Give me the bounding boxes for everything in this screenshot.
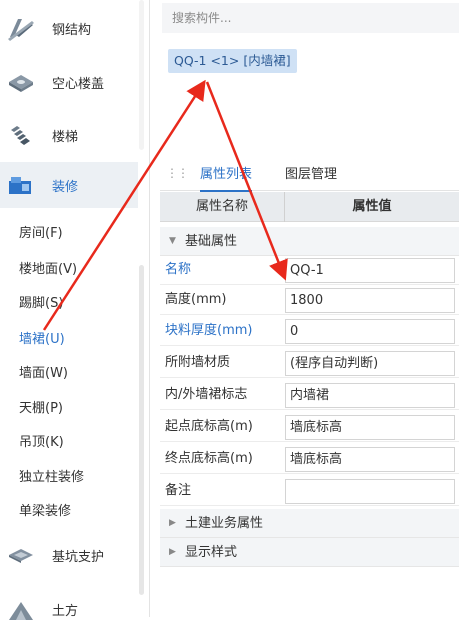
property-table-header: 属性名称 属性值 <box>160 192 459 222</box>
expand-arrow-icon[interactable]: ▶ <box>169 509 176 538</box>
column-header-property-name: 属性名称 <box>160 192 285 222</box>
table-row: 名称 QQ-1 <box>160 255 459 285</box>
sidebar-item-wall-surface[interactable]: 墙面(W) <box>0 354 138 388</box>
hollow-slab-icon <box>9 75 33 92</box>
sidebar-item-room[interactable]: 房间(F) <box>0 214 138 248</box>
decoration-icon <box>9 177 31 194</box>
sidebar-item-suspended-ceiling[interactable]: 吊顶(K) <box>0 423 138 457</box>
group-basic-properties[interactable]: ▼ 基础属性 <box>160 227 459 256</box>
steel-beam-icon <box>8 19 34 41</box>
sidebar-category-label: 钢结构 <box>52 22 92 38</box>
property-panel-tabs: ⋮⋮ 属性列表 图层管理 <box>160 158 459 192</box>
drag-handle-icon[interactable]: ⋮⋮ <box>166 166 189 180</box>
property-value-field[interactable]: 内墙裙 <box>285 383 455 408</box>
sidebar-category-label: 楼梯 <box>52 129 79 145</box>
tab-layer-management[interactable]: 图层管理 <box>285 158 337 191</box>
sidebar-scrollbar-top[interactable] <box>139 0 144 150</box>
table-row: 终点底标高(m) 墙底标高 <box>160 444 459 474</box>
property-name: 终点底标高(m) <box>165 451 253 466</box>
property-name: 起点底标高(m) <box>165 419 253 434</box>
property-value-field[interactable]: 0 <box>285 319 455 344</box>
sidebar-category-label: 基坑支护 <box>52 549 105 565</box>
tab-property-list[interactable]: 属性列表 <box>200 158 253 192</box>
earthwork-icon <box>9 602 33 620</box>
sidebar-category-label: 装修 <box>52 179 79 195</box>
property-name: 名称 <box>165 262 192 277</box>
sidebar-item-skirting[interactable]: 踢脚(S) <box>0 284 138 318</box>
property-value-field[interactable]: QQ-1 <box>285 258 455 283</box>
sidebar-item-column-finish[interactable]: 独立柱装修 <box>0 458 138 492</box>
property-value-field[interactable]: (程序自动判断) <box>285 351 455 376</box>
property-value-field[interactable] <box>285 479 455 504</box>
sidebar-category-earthwork[interactable]: 土方 <box>0 586 138 632</box>
group-civil-properties[interactable]: ▶ 土建业务属性 <box>160 509 459 538</box>
sidebar-category-label: 空心楼盖 <box>52 76 105 92</box>
table-row: 高度(mm) 1800 <box>160 285 459 315</box>
expand-arrow-icon[interactable]: ▶ <box>169 538 176 567</box>
property-value-field[interactable]: 墙底标高 <box>285 415 455 440</box>
table-row: 块料厚度(mm) 0 <box>160 316 459 346</box>
sidebar-item-dado[interactable]: 墙裙(U) <box>0 320 138 354</box>
component-list-item-selected[interactable]: QQ-1 <1> [内墙裙] <box>168 49 297 73</box>
sidebar-category-pit-support[interactable]: 基坑支护 <box>0 532 138 578</box>
search-component-input[interactable] <box>162 3 459 33</box>
group-label: 土建业务属性 <box>185 516 264 531</box>
sidebar-item-floor[interactable]: 楼地面(V) <box>0 250 138 284</box>
table-row: 备注 <box>160 476 459 506</box>
pit-support-icon <box>9 549 33 563</box>
sidebar-category-decoration[interactable]: 装修 <box>0 162 138 208</box>
table-row: 所附墙材质 (程序自动判断) <box>160 348 459 378</box>
property-name: 块料厚度(mm) <box>165 323 253 338</box>
property-value-field[interactable]: 墙底标高 <box>285 447 455 472</box>
property-value-field[interactable]: 1800 <box>285 288 455 313</box>
sidebar-item-ceiling[interactable]: 天棚(P) <box>0 389 138 423</box>
property-name: 备注 <box>165 483 192 498</box>
sidebar-category-hollow-slab[interactable]: 空心楼盖 <box>0 59 138 105</box>
sidebar-category-steel[interactable]: 钢结构 <box>0 5 138 51</box>
sidebar-item-beam-finish[interactable]: 单梁装修 <box>0 492 138 526</box>
stairs-icon <box>11 126 30 145</box>
group-label: 基础属性 <box>185 234 238 249</box>
property-name: 高度(mm) <box>165 292 227 307</box>
property-name: 所附墙材质 <box>165 355 231 370</box>
group-display-style[interactable]: ▶ 显示样式 <box>160 538 459 567</box>
column-header-property-value: 属性值 <box>352 199 392 214</box>
group-label: 显示样式 <box>185 545 238 560</box>
collapse-arrow-icon[interactable]: ▼ <box>169 227 176 256</box>
sidebar-category-stairs[interactable]: 楼梯 <box>0 112 138 158</box>
component-type-sidebar: 钢结构 空心楼盖 楼梯 装修 房间(F) 楼地面(V) 踢脚(S) 墙裙(U) … <box>0 0 150 620</box>
table-row: 内/外墙裙标志 内墙裙 <box>160 380 459 410</box>
property-name: 内/外墙裙标志 <box>165 387 248 402</box>
table-row: 起点底标高(m) 墙底标高 <box>160 412 459 442</box>
sidebar-category-label: 土方 <box>52 603 79 619</box>
sidebar-scrollbar[interactable] <box>139 265 144 595</box>
